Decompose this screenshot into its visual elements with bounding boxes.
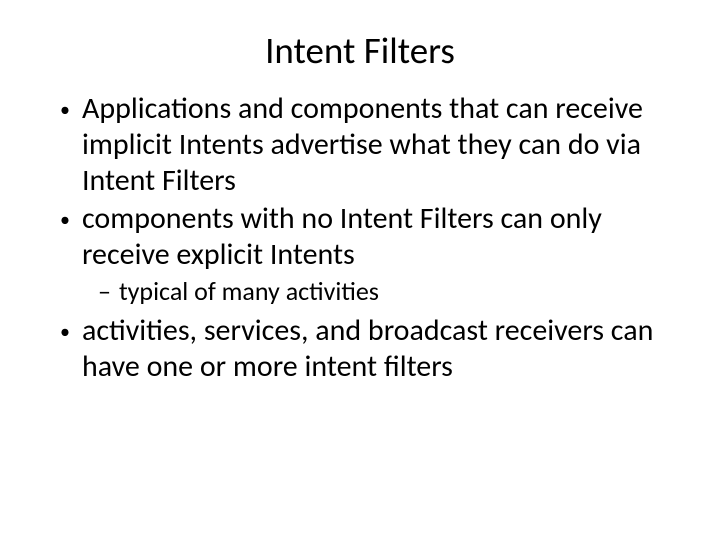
- bullet-text: components with no Intent Filters can on…: [82, 201, 680, 273]
- slide: Intent Filters • Applications and compon…: [0, 0, 720, 540]
- bullet-dot-icon: •: [60, 313, 70, 351]
- bullet-text: Applications and components that can rec…: [82, 91, 680, 199]
- bullet-dot-icon: •: [60, 91, 70, 129]
- bullet-dash-icon: –: [98, 275, 111, 307]
- sub-bullet-item: – typical of many activities: [98, 275, 680, 307]
- sub-bullet-text: typical of many activities: [119, 275, 379, 307]
- slide-title: Intent Filters: [40, 28, 680, 73]
- bullet-text: activities, services, and broadcast rece…: [82, 313, 680, 385]
- bullet-item: • Applications and components that can r…: [60, 91, 680, 199]
- bullet-dot-icon: •: [60, 201, 70, 239]
- bullet-item: • activities, services, and broadcast re…: [60, 313, 680, 385]
- slide-content: • Applications and components that can r…: [40, 91, 680, 385]
- bullet-item: • components with no Intent Filters can …: [60, 201, 680, 273]
